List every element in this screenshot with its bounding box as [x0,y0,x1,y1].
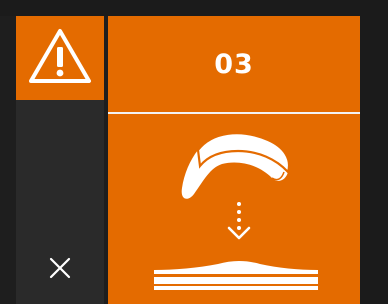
warning-tile [16,16,104,100]
place-insole-on-base-illustration [154,132,318,290]
close-button[interactable] [40,250,80,290]
right-frame [360,0,388,304]
instruction-screen: 03 [0,0,388,304]
top-frame [0,0,388,16]
close-x-icon [48,256,72,284]
base-plate [154,261,318,290]
step-number: 03 [214,48,254,80]
warning-triangle-icon [27,27,93,89]
illustration-panel [108,114,360,304]
down-arrow [227,202,251,240]
step-header: 03 [108,16,360,112]
insole-shape [181,132,291,199]
